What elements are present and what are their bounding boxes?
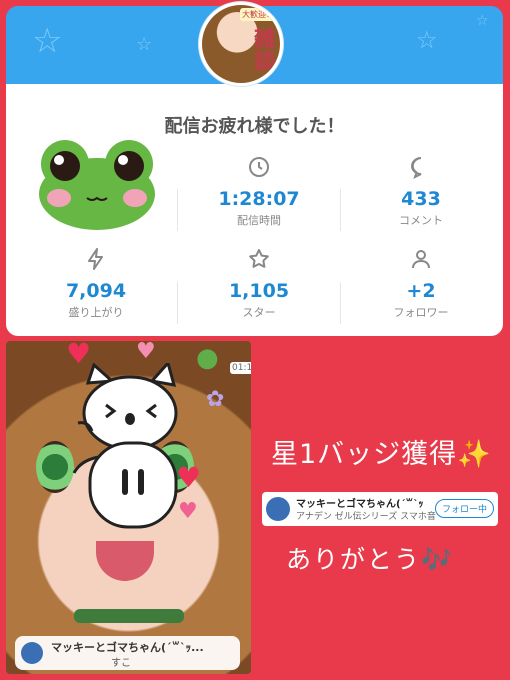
leaf-icon: ● xyxy=(196,343,219,373)
badge-earned-text: 星1バッジ獲得✨ xyxy=(271,439,492,470)
commenter-name: マッキーとゴマちゃん(´꒳`ｯ... xyxy=(51,641,204,654)
comment-icon xyxy=(341,154,501,180)
comment-text: すこ xyxy=(111,658,131,669)
stat-value: 433 xyxy=(401,188,441,210)
frog-icon xyxy=(39,140,155,230)
follow-name: マッキーとゴマちゃん(´꒳`ｯ xyxy=(296,499,424,510)
stat-excitement: 7,094 盛り上がり xyxy=(16,246,176,320)
comment-overlay: マッキーとゴマちゃん(´꒳`ｯ... すこ xyxy=(15,636,240,670)
stat-label: スター xyxy=(242,306,276,319)
flower-icon: ✿ xyxy=(206,387,225,412)
stream-preview-image: ♥ ♥ ♥ ♥ ● ✿ 01:14 マッキーとゴマちゃん(´꒳`ｯ... すこ xyxy=(6,341,251,674)
cat-mascot-icon xyxy=(72,363,178,529)
page-title: 配信お疲れ様でした！ xyxy=(164,116,345,137)
follow-avatar xyxy=(266,497,290,521)
stat-value: +2 xyxy=(406,280,436,302)
stat-label: 盛り上がり xyxy=(68,306,124,319)
star-decoration-icon: ☆ xyxy=(476,13,489,29)
stat-followers: +2 フォロワー xyxy=(341,246,501,320)
stat-label: 配信時間 xyxy=(237,214,281,227)
following-button[interactable]: フォロー中 xyxy=(434,499,494,518)
stat-label: フォロワー xyxy=(393,306,449,319)
stream-clock: 01:14 xyxy=(230,362,251,374)
stat-stream-time: 1:28:07 配信時間 xyxy=(179,154,339,228)
star-decoration-icon: ☆ xyxy=(32,21,63,61)
stat-stars: 1,105 スター xyxy=(179,246,339,320)
stream-summary-card: 配信お疲れ様でした！ 1:28:07 配信時間 433 コメント 7,094 盛… xyxy=(6,84,503,336)
person-icon xyxy=(341,246,501,272)
follow-card[interactable]: マッキーとゴマちゃん(´꒳`ｯ アナデン ゼル伝シリーズ スマホ音... フォロ… xyxy=(262,492,498,526)
stat-comments: 433 コメント xyxy=(341,154,501,228)
divider xyxy=(340,189,341,231)
lightning-icon xyxy=(16,246,176,272)
stat-value: 7,094 xyxy=(65,280,127,302)
divider xyxy=(340,282,341,324)
divider xyxy=(177,282,178,324)
star-icon xyxy=(179,246,339,272)
heart-icon: ♥ xyxy=(136,341,156,364)
thanks-text: ありがとう🎶 xyxy=(286,545,455,574)
clock-icon xyxy=(179,154,339,180)
avatar-text: 雑談 xyxy=(250,27,275,71)
star-decoration-icon: ☆ xyxy=(136,34,153,55)
commenter-avatar xyxy=(21,642,43,664)
star-decoration-icon: ☆ xyxy=(416,26,438,54)
avatar-banner-text: 大歓迎！ xyxy=(240,8,276,21)
divider xyxy=(177,189,178,231)
stat-value: 1,105 xyxy=(228,280,290,302)
stat-label: コメント xyxy=(399,214,443,227)
stat-value: 1:28:07 xyxy=(218,188,300,210)
avatar: 大歓迎！ 雑談 xyxy=(199,2,283,86)
follow-description: アナデン ゼル伝シリーズ スマホ音... xyxy=(296,512,436,522)
